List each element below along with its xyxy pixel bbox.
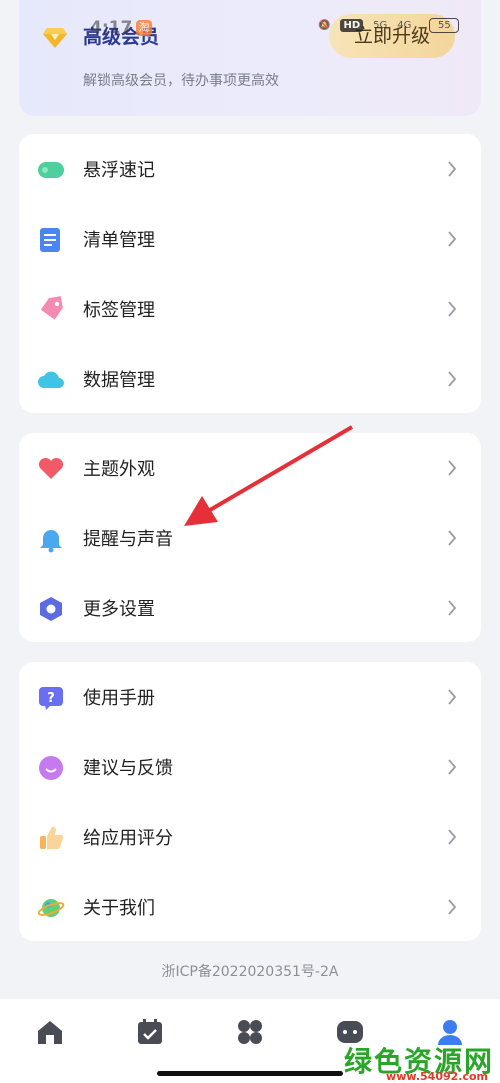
grid-icon[interactable] — [235, 1017, 265, 1047]
menu-item-label: 给应用评分 — [83, 828, 173, 849]
menu-item-theme[interactable]: 主题外观 — [19, 433, 481, 503]
thumbs-up-icon — [40, 826, 64, 849]
bell-icon — [40, 530, 62, 553]
feedback-icon — [39, 756, 63, 780]
home-indicator — [157, 1071, 343, 1076]
menu-item-label: 清单管理 — [83, 230, 155, 251]
svg-text:?: ? — [47, 691, 55, 706]
menu-item-label: 使用手册 — [83, 688, 155, 709]
chevron-right-icon — [448, 759, 457, 775]
menu-item-more-settings[interactable]: 更多设置 — [19, 573, 481, 643]
menu-item-tags[interactable]: 标签管理 — [19, 274, 481, 344]
menu-item-checklist[interactable]: 清单管理 — [19, 204, 481, 274]
menu-group-preferences: 主题外观 提醒与声音 更多设置 — [19, 433, 481, 642]
cloud-icon — [38, 371, 64, 388]
chevron-right-icon — [448, 600, 457, 616]
hexagon-settings-icon — [40, 597, 62, 621]
checklist-icon — [40, 228, 60, 252]
menu-item-feedback[interactable]: 建议与反馈 — [19, 732, 481, 802]
icp-license[interactable]: 浙ICP备2022020351号-2A — [0, 961, 500, 981]
premium-title: 高级会员 — [83, 26, 160, 48]
heart-icon — [38, 457, 64, 479]
menu-item-manual[interactable]: ? 使用手册 — [19, 662, 481, 732]
chevron-right-icon — [448, 689, 457, 705]
menu-item-label: 建议与反馈 — [83, 758, 173, 779]
chevron-right-icon — [448, 301, 457, 317]
chevron-right-icon — [448, 231, 457, 247]
chevron-right-icon — [448, 899, 457, 915]
menu-item-label: 更多设置 — [83, 599, 155, 620]
menu-group-tools: 悬浮速记 清单管理 标签管理 数据管理 — [19, 134, 481, 413]
home-icon[interactable] — [35, 1017, 65, 1047]
menu-item-label: 标签管理 — [83, 300, 155, 321]
chevron-right-icon — [448, 371, 457, 387]
diamond-icon — [43, 28, 67, 48]
premium-card[interactable]: 高级会员 解锁高级会员，待办事项更高效 立即升级 — [19, 0, 481, 116]
chevron-right-icon — [448, 829, 457, 845]
menu-item-label: 提醒与声音 — [83, 529, 173, 550]
floating-note-icon — [38, 162, 64, 178]
calendar-icon[interactable] — [135, 1017, 165, 1047]
menu-item-label: 悬浮速记 — [83, 160, 155, 181]
chevron-right-icon — [448, 460, 457, 476]
menu-item-label: 数据管理 — [83, 370, 155, 391]
menu-group-help: ? 使用手册 建议与反馈 给应用评分 关于我们 — [19, 662, 481, 941]
menu-item-rate-app[interactable]: 给应用评分 — [19, 802, 481, 872]
help-icon: ? — [39, 687, 63, 710]
premium-subtitle: 解锁高级会员，待办事项更高效 — [83, 73, 279, 89]
menu-item-data[interactable]: 数据管理 — [19, 344, 481, 414]
menu-item-reminder-sound[interactable]: 提醒与声音 — [19, 503, 481, 573]
menu-item-label: 主题外观 — [83, 459, 155, 480]
watermark-url: www.54092.com — [386, 1070, 488, 1083]
planet-icon — [37, 899, 65, 917]
chevron-right-icon — [448, 161, 457, 177]
menu-item-label: 关于我们 — [83, 898, 155, 919]
menu-item-about[interactable]: 关于我们 — [19, 872, 481, 942]
tag-icon — [40, 296, 63, 320]
upgrade-button[interactable]: 立即升级 — [329, 14, 455, 58]
chevron-right-icon — [448, 530, 457, 546]
menu-item-floating-note[interactable]: 悬浮速记 — [19, 134, 481, 204]
